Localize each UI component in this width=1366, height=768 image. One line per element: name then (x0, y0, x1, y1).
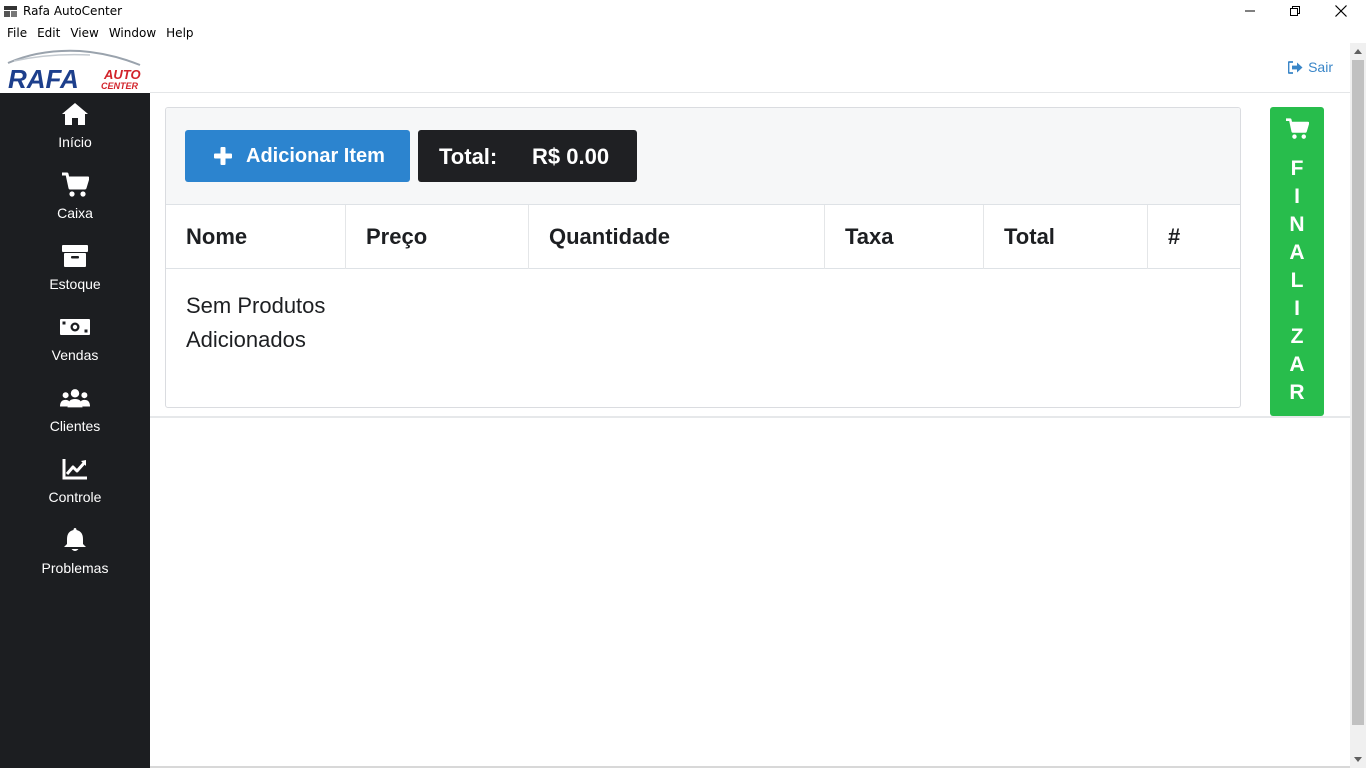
sidebar-item-label: Problemas (41, 560, 109, 576)
column-header-preco: Preço (346, 205, 529, 269)
sidebar: RAFA AUTO CENTER Início Caixa Estoque Ve… (0, 43, 150, 768)
logo: RAFA AUTO CENTER (0, 43, 150, 93)
archive-icon (60, 243, 90, 269)
minimize-icon (1245, 10, 1255, 12)
finalize-letter: R (1289, 381, 1305, 404)
top-header: Sair (150, 43, 1350, 93)
logo-primary: RAFA (8, 64, 79, 93)
chevron-up-icon (1354, 49, 1362, 54)
sidebar-item-caixa[interactable]: Caixa (0, 168, 150, 239)
sidebar-nav: Início Caixa Estoque Vendas Clientes Con… (0, 97, 150, 594)
total-display: Total: R$ 0.00 (418, 130, 637, 182)
close-icon (1335, 5, 1347, 17)
column-header-nome: Nome (166, 205, 346, 269)
app-icon (3, 4, 18, 18)
logout-link[interactable]: Sair (1288, 59, 1333, 75)
sidebar-item-label: Clientes (49, 418, 101, 434)
window-title: Rafa AutoCenter (23, 4, 123, 18)
sidebar-item-label: Início (58, 134, 92, 150)
close-button[interactable] (1318, 0, 1364, 22)
scroll-up-button[interactable] (1350, 43, 1366, 60)
finalize-letter: I (1294, 297, 1300, 320)
bell-icon (60, 527, 90, 553)
chart-line-icon (60, 456, 90, 482)
menu-bar: File Edit View Window Help (0, 22, 1366, 43)
menu-file[interactable]: File (2, 26, 32, 40)
table-header: Nome Preço Quantidade Taxa Total # (166, 205, 1240, 269)
vertical-scrollbar[interactable] (1350, 43, 1366, 768)
cart-icon (1286, 118, 1309, 139)
menu-view[interactable]: View (65, 26, 103, 40)
menu-help[interactable]: Help (161, 26, 198, 40)
finalize-letter: Z (1290, 325, 1304, 348)
home-icon (60, 101, 90, 127)
column-header-quantidade: Quantidade (529, 205, 825, 269)
sidebar-item-label: Estoque (49, 276, 101, 292)
finalize-letter: N (1289, 213, 1305, 236)
sign-out-icon (1288, 60, 1303, 74)
sidebar-item-label: Controle (48, 489, 102, 505)
cart-icon (60, 172, 90, 198)
logout-label: Sair (1308, 59, 1333, 75)
total-value: R$ 0.00 (532, 144, 610, 169)
scroll-down-button[interactable] (1350, 751, 1366, 768)
sidebar-item-inicio[interactable]: Início (0, 97, 150, 168)
menu-edit[interactable]: Edit (32, 26, 65, 40)
finalize-button[interactable]: F I N A L I Z A R (1270, 107, 1324, 416)
finalize-label: F I N A L I Z A R (1270, 155, 1324, 407)
sidebar-item-label: Vendas (51, 347, 99, 363)
total-label: Total: (439, 144, 498, 169)
add-item-label: Adicionar Item (246, 144, 385, 167)
finalize-letter: F (1290, 157, 1304, 180)
finalize-letter: L (1290, 269, 1304, 292)
sidebar-item-estoque[interactable]: Estoque (0, 239, 150, 310)
menu-window[interactable]: Window (104, 26, 161, 40)
maximize-button[interactable] (1272, 0, 1318, 22)
finalize-letter: A (1289, 241, 1305, 264)
empty-table-message: Sem Produtos Adicionados (186, 293, 326, 352)
money-bill-icon (60, 314, 90, 340)
sidebar-item-vendas[interactable]: Vendas (0, 310, 150, 381)
logo-secondary-1: AUTO (103, 67, 141, 82)
chevron-down-icon (1354, 757, 1362, 762)
sidebar-item-problemas[interactable]: Problemas (0, 523, 150, 594)
cart-card: Adicionar Item Total: R$ 0.00 Nome Preço… (165, 107, 1241, 408)
rafa-autocenter-logo: RAFA AUTO CENTER (7, 49, 141, 93)
minimize-button[interactable] (1227, 0, 1273, 22)
plus-icon (214, 147, 232, 165)
sidebar-item-controle[interactable]: Controle (0, 452, 150, 523)
finalize-letter: I (1294, 185, 1300, 208)
finalize-letter: A (1289, 353, 1305, 376)
logo-secondary-2: CENTER (101, 81, 139, 91)
main-content: Adicionar Item Total: R$ 0.00 Nome Preço… (150, 94, 1350, 418)
column-header-total: Total (984, 205, 1148, 269)
sidebar-item-clientes[interactable]: Clientes (0, 381, 150, 452)
add-item-button[interactable]: Adicionar Item (185, 130, 410, 182)
users-icon (60, 385, 90, 411)
title-bar: Rafa AutoCenter (0, 0, 1366, 22)
scroll-thumb[interactable] (1352, 60, 1364, 725)
sidebar-item-label: Caixa (57, 205, 93, 221)
column-header-actions: # (1168, 224, 1181, 249)
restore-icon (1290, 6, 1300, 16)
card-toolbar: Adicionar Item Total: R$ 0.00 (166, 108, 1240, 205)
column-header-taxa: Taxa (825, 205, 984, 269)
